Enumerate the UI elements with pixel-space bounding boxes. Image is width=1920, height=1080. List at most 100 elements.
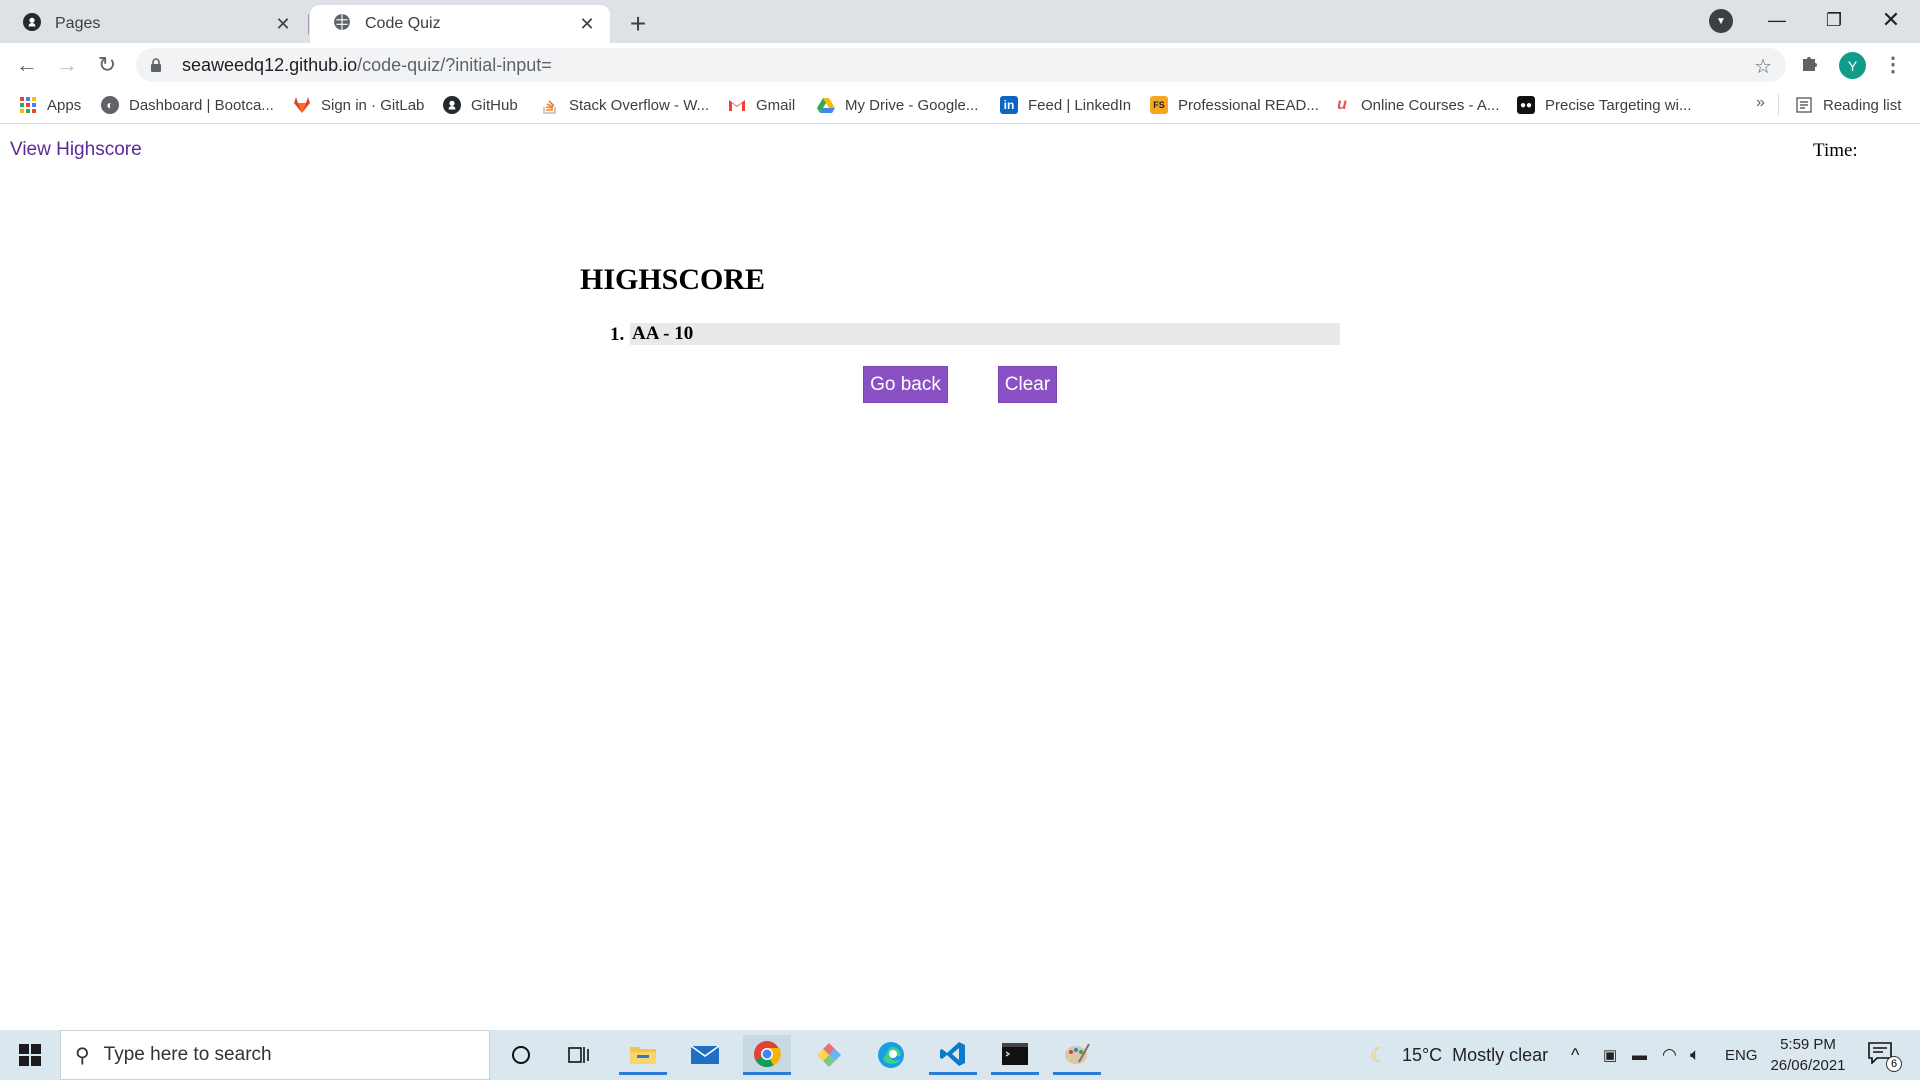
start-button[interactable] bbox=[0, 1030, 60, 1080]
bookmark-gmail[interactable]: Gmail bbox=[728, 94, 795, 116]
clock-time: 5:59 PM bbox=[1780, 1036, 1836, 1053]
forward-arrow-icon[interactable]: → bbox=[51, 49, 83, 81]
apps-grid-icon bbox=[19, 96, 37, 114]
menu-kebab-icon[interactable]: ⋮ bbox=[1883, 52, 1903, 77]
taskbar-clock[interactable]: 5:59 PM 26/06/2021 bbox=[1763, 1034, 1853, 1076]
weather-widget[interactable]: ☾ 15°C Mostly clear bbox=[1370, 1030, 1548, 1080]
bookmark-professional-readme[interactable]: FS Professional READ... bbox=[1150, 94, 1319, 116]
bookmark-label: Sign in · GitLab bbox=[321, 96, 425, 114]
page-title: HIGHSCORE bbox=[580, 263, 766, 296]
bookmark-label: Stack Overflow - W... bbox=[569, 96, 710, 114]
tab-code-quiz[interactable]: Code Quiz ✕ bbox=[310, 5, 610, 43]
gmail-icon bbox=[728, 96, 746, 114]
volume-icon[interactable]: 🔈︎ bbox=[1690, 1030, 1700, 1080]
search-placeholder: Type here to search bbox=[103, 1044, 272, 1065]
edge-icon[interactable] bbox=[867, 1035, 915, 1075]
highscore-list: 1. AA - 10 bbox=[580, 323, 1340, 347]
task-view-icon[interactable] bbox=[555, 1035, 603, 1075]
bookmark-google-drive[interactable]: My Drive - Google... bbox=[817, 94, 978, 116]
chrome-icon[interactable] bbox=[743, 1035, 791, 1075]
bookmarks-bar: Apps ◐ Dashboard | Bootca... Sign in · G… bbox=[0, 86, 1920, 124]
terminal-icon[interactable] bbox=[991, 1035, 1039, 1075]
google-drive-icon bbox=[817, 96, 835, 114]
restore-icon[interactable]: ❐ bbox=[1805, 0, 1863, 40]
bookmark-github[interactable]: GitHub bbox=[443, 94, 518, 116]
stackoverflow-icon bbox=[541, 96, 559, 114]
targeting-icon: ●● bbox=[1517, 96, 1535, 114]
browser-tab-strip: Pages ✕ Code Quiz ✕ + ▼ — ❐ ✕ bbox=[0, 0, 1920, 43]
bookmark-star-icon[interactable]: ☆ bbox=[1754, 54, 1772, 79]
bookmark-label: GitHub bbox=[471, 96, 518, 114]
view-highscore-link[interactable]: View Highscore bbox=[10, 139, 142, 161]
lock-icon[interactable] bbox=[150, 58, 164, 72]
show-hidden-icons-chevron-icon[interactable]: ^ bbox=[1571, 1030, 1579, 1080]
reading-list-button[interactable]: Reading list bbox=[1795, 94, 1901, 116]
bookmark-dashboard[interactable]: ◐ Dashboard | Bootca... bbox=[101, 94, 274, 116]
clock-date: 26/06/2021 bbox=[1770, 1057, 1846, 1074]
browser-toolbar: ← → ↻ seaweedq12.github.io/code-quiz/?in… bbox=[0, 43, 1920, 86]
linkedin-icon: in bbox=[1000, 96, 1018, 114]
score-rank: 1. bbox=[610, 324, 625, 345]
new-tab-icon[interactable]: + bbox=[622, 8, 654, 40]
battery-icon[interactable]: ▬ bbox=[1632, 1030, 1647, 1080]
bookmark-stackoverflow[interactable]: Stack Overflow - W... bbox=[541, 94, 709, 116]
extensions-puzzle-icon[interactable] bbox=[1800, 53, 1820, 79]
mail-icon[interactable] bbox=[681, 1035, 729, 1075]
bookmark-online-courses[interactable]: u Online Courses - A... bbox=[1333, 94, 1499, 116]
gitlab-icon bbox=[293, 96, 311, 114]
wifi-icon[interactable]: ◠ bbox=[1662, 1030, 1677, 1080]
globe-icon: ◐ bbox=[101, 96, 119, 114]
minimize-icon[interactable]: — bbox=[1748, 0, 1806, 40]
bookmark-label: Gmail bbox=[756, 96, 796, 114]
file-explorer-icon[interactable] bbox=[619, 1035, 667, 1075]
windows-taskbar: ⚲ Type here to search ☾ 15°C Mostly clea… bbox=[0, 1030, 1920, 1080]
bookmark-label: Dashboard | Bootca... bbox=[129, 96, 274, 114]
list-item: 1. AA - 10 bbox=[580, 323, 1340, 347]
bookmark-linkedin[interactable]: in Feed | LinkedIn bbox=[1000, 94, 1131, 116]
tab-title: Pages bbox=[55, 15, 101, 32]
bookmark-label: Feed | LinkedIn bbox=[1028, 96, 1132, 114]
close-window-icon[interactable]: ✕ bbox=[1862, 0, 1920, 40]
reading-list-label: Reading list bbox=[1823, 96, 1902, 114]
globe-icon bbox=[333, 13, 351, 36]
tab-pages[interactable]: Pages ✕ bbox=[0, 5, 306, 43]
vscode-icon[interactable] bbox=[929, 1035, 977, 1075]
bookmark-gitlab[interactable]: Sign in · GitLab bbox=[293, 94, 424, 116]
bookmark-label: Apps bbox=[47, 96, 82, 114]
url-host: seaweedq12.github.io bbox=[182, 54, 358, 75]
profile-avatar[interactable]: Y bbox=[1839, 52, 1866, 79]
bookmark-label: Professional READ... bbox=[1178, 96, 1319, 114]
tab-separator bbox=[308, 14, 309, 34]
taskbar-search-input[interactable]: ⚲ Type here to search bbox=[60, 1030, 490, 1080]
clear-button[interactable]: Clear bbox=[998, 366, 1057, 403]
go-back-button[interactable]: Go back bbox=[863, 366, 948, 403]
bookmark-label: Precise Targeting wi... bbox=[1545, 96, 1692, 114]
more-bookmarks-chevron-icon[interactable]: » bbox=[1756, 94, 1765, 112]
github-icon bbox=[443, 96, 461, 114]
language-indicator[interactable]: ENG bbox=[1725, 1030, 1758, 1080]
weather-text: 15°C Mostly clear bbox=[1401, 1044, 1549, 1065]
search-icon: ⚲ bbox=[75, 1044, 90, 1067]
tab-search-icon[interactable]: ▼ bbox=[1709, 9, 1733, 33]
bookmark-apps[interactable]: Apps bbox=[19, 94, 81, 116]
url-path: /code-quiz/?initial-input= bbox=[357, 54, 552, 75]
back-arrow-icon[interactable]: ← bbox=[11, 49, 43, 81]
bookmark-precise-targeting[interactable]: ●● Precise Targeting wi... bbox=[1517, 94, 1691, 116]
meet-now-icon[interactable]: ▣ bbox=[1603, 1030, 1617, 1080]
close-tab-icon[interactable]: ✕ bbox=[576, 13, 598, 35]
close-tab-icon[interactable]: ✕ bbox=[272, 13, 294, 35]
github-icon bbox=[23, 12, 41, 36]
tab-title: Code Quiz bbox=[365, 15, 441, 32]
page-viewport: View Highscore Time: HIGHSCORE 1. AA - 1… bbox=[0, 125, 1920, 1030]
moon-icon: ☾ bbox=[1370, 1044, 1388, 1067]
colorful-app-icon[interactable] bbox=[805, 1035, 853, 1075]
paint-icon[interactable] bbox=[1053, 1035, 1101, 1075]
bookmarks-divider bbox=[1778, 94, 1779, 116]
windows-logo-icon bbox=[19, 1044, 41, 1066]
fs-icon: FS bbox=[1150, 96, 1168, 114]
address-bar[interactable]: seaweedq12.github.io/code-quiz/?initial-… bbox=[136, 48, 1786, 82]
reload-icon[interactable]: ↻ bbox=[91, 49, 123, 81]
notification-count-badge: 6 bbox=[1886, 1056, 1902, 1072]
score-entry: AA - 10 bbox=[630, 323, 1340, 345]
cortana-icon[interactable] bbox=[497, 1035, 545, 1075]
